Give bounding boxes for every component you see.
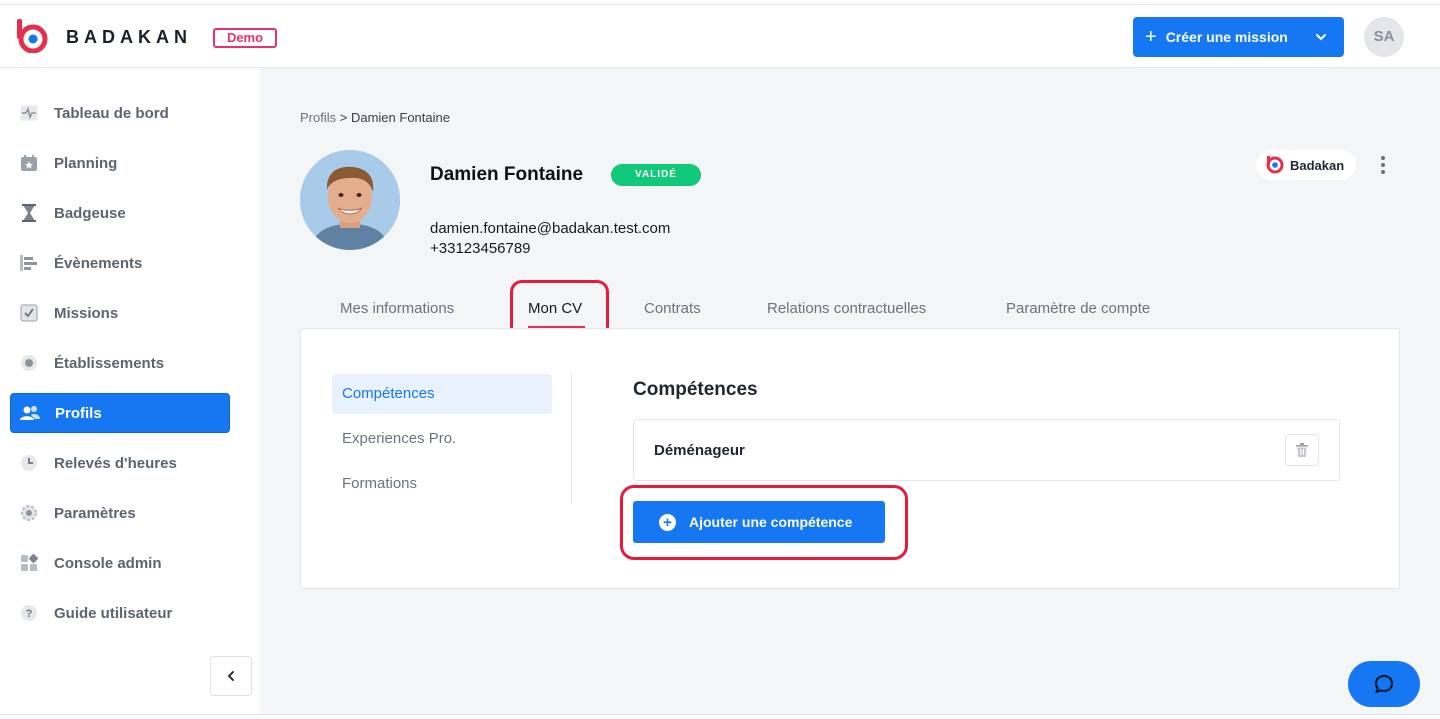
users-icon xyxy=(20,403,40,423)
create-mission-button[interactable]: + Créer une mission xyxy=(1133,17,1344,57)
status-badge: VALIDÉ xyxy=(611,164,701,186)
tab-contrats[interactable]: Contrats xyxy=(644,300,701,317)
bottom-border xyxy=(0,714,1440,715)
demo-badge: Demo xyxy=(213,28,277,48)
sidebar-item-label: Évènements xyxy=(54,254,143,272)
plus-icon: + xyxy=(1145,26,1157,48)
sidebar-item-etablissements[interactable]: Établissements xyxy=(10,343,230,383)
breadcrumb-current: Damien Fontaine xyxy=(350,110,450,125)
sidebar-item-guide[interactable]: ? Guide utilisateur xyxy=(10,593,230,633)
create-mission-label: Créer une mission xyxy=(1165,29,1288,45)
badakan-logo-icon[interactable] xyxy=(16,19,48,53)
sidebar-item-label: Profils xyxy=(55,404,102,422)
user-avatar[interactable]: SA xyxy=(1364,17,1404,57)
trash-icon xyxy=(1296,443,1308,457)
breadcrumb: Profils > Damien Fontaine xyxy=(300,110,450,125)
sidebar-item-label: Relevés d'heures xyxy=(54,454,177,472)
tab-mes-informations[interactable]: Mes informations xyxy=(340,300,454,317)
tab-relations-contractuelles[interactable]: Relations contractuelles xyxy=(767,300,926,317)
sidebar-item-label: Paramètres xyxy=(54,504,136,522)
chevron-left-icon xyxy=(227,671,234,681)
breadcrumb-separator: > xyxy=(339,110,348,125)
clock-icon xyxy=(19,453,39,473)
sidebar-item-label: Tableau de bord xyxy=(54,104,169,122)
sidebar-item-label: Badgeuse xyxy=(54,204,126,222)
sidebar-item-releves[interactable]: Relevés d'heures xyxy=(10,443,230,483)
building-icon xyxy=(19,353,39,373)
badakan-logo-icon xyxy=(1266,156,1284,174)
highlight-annotation-add xyxy=(620,485,908,560)
sidebar: Tableau de bord Planning Badgeuse Évènem… xyxy=(0,68,260,714)
sidebar-item-label: Planning xyxy=(54,154,118,172)
profile-phone: +33123456789 xyxy=(430,240,531,257)
divider xyxy=(571,374,572,504)
submenu-experiences[interactable]: Experiences Pro. xyxy=(332,419,552,459)
chevron-down-icon[interactable] xyxy=(1314,30,1328,44)
sidebar-item-profils[interactable]: Profils xyxy=(10,393,230,433)
sidebar-item-missions[interactable]: Missions xyxy=(10,293,230,333)
sidebar-item-label: Établissements xyxy=(54,354,165,372)
pulse-icon xyxy=(19,103,39,123)
sidebar-item-evenements[interactable]: Évènements xyxy=(10,243,230,283)
sidebar-item-label: Missions xyxy=(54,304,119,322)
chat-bubble-icon xyxy=(1374,674,1394,694)
sidebar-item-planning[interactable]: Planning xyxy=(10,143,230,183)
svg-text:?: ? xyxy=(26,608,33,620)
breadcrumb-profils-link[interactable]: Profils xyxy=(300,110,336,125)
submenu-formations[interactable]: Formations xyxy=(332,464,552,504)
grid-icon xyxy=(19,553,39,573)
hourglass-icon xyxy=(19,203,39,223)
collapse-sidebar-button[interactable] xyxy=(210,656,252,696)
submenu-competences[interactable]: Compétences xyxy=(332,374,552,414)
sidebar-item-label: Guide utilisateur xyxy=(54,604,173,622)
checkbox-icon xyxy=(19,303,39,323)
organization-name: Badakan xyxy=(1290,157,1345,173)
section-title: Compétences xyxy=(633,379,758,400)
help-icon: ? xyxy=(19,603,39,623)
more-options-icon[interactable] xyxy=(1372,152,1394,178)
profile-name: Damien Fontaine xyxy=(430,164,584,185)
skill-row: Déménageur xyxy=(633,419,1340,481)
profile-email: damien.fontaine@badakan.test.com xyxy=(430,220,671,237)
profile-photo xyxy=(300,150,400,250)
calendar-star-icon xyxy=(19,153,39,173)
chat-button[interactable] xyxy=(1348,661,1420,707)
sidebar-item-parametres[interactable]: Paramètres xyxy=(10,493,230,533)
sidebar-item-label: Console admin xyxy=(54,554,162,572)
gear-icon xyxy=(19,503,39,523)
timeline-icon xyxy=(19,253,39,273)
sidebar-item-console-admin[interactable]: Console admin xyxy=(10,543,230,583)
organization-chip[interactable]: Badakan xyxy=(1256,150,1356,180)
brand-name: BADAKAN xyxy=(66,27,192,47)
skill-name: Déménageur xyxy=(654,442,745,459)
top-header: BADAKAN Demo + Créer une mission SA xyxy=(0,4,1440,68)
main-content: Profils > Damien Fontaine Damien Fontain… xyxy=(260,68,1440,714)
sidebar-item-dashboard[interactable]: Tableau de bord xyxy=(10,93,230,133)
tab-parametre-de-compte[interactable]: Paramètre de compte xyxy=(1006,300,1150,317)
sidebar-item-badgeuse[interactable]: Badgeuse xyxy=(10,193,230,233)
delete-skill-button[interactable] xyxy=(1285,434,1319,466)
